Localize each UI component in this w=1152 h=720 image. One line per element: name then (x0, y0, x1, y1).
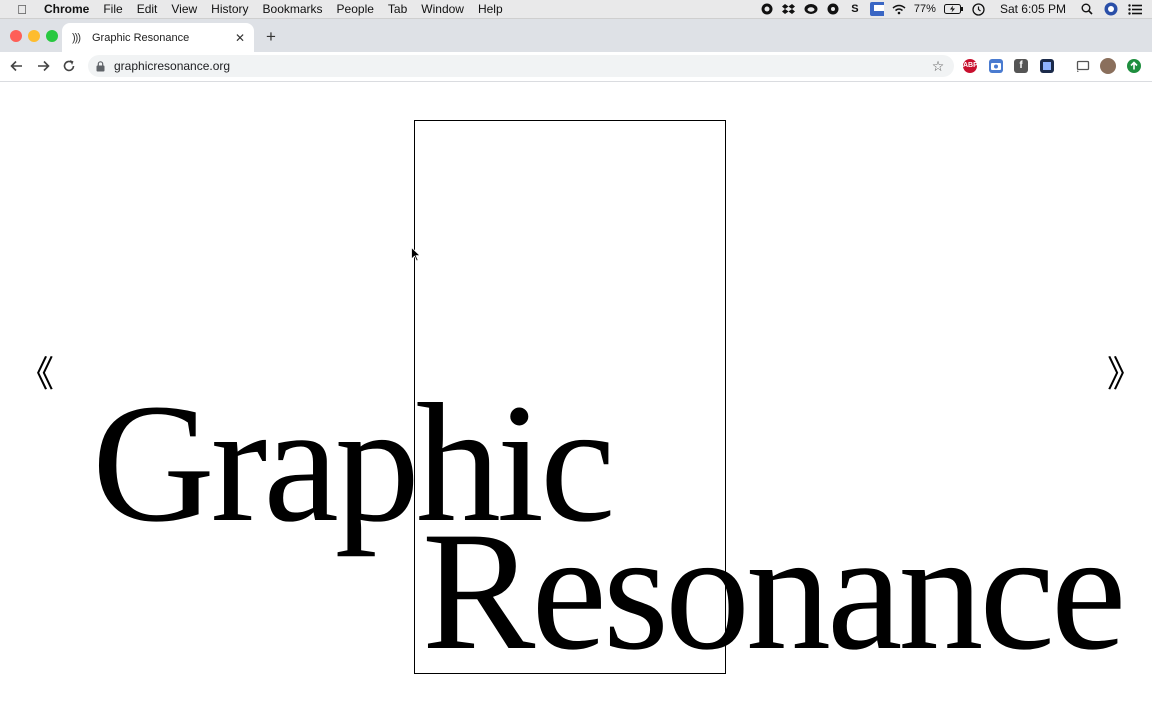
bookmark-star-icon[interactable]: ☆ (930, 58, 946, 75)
camera-extension-icon[interactable] (989, 59, 1003, 73)
browser-toolbar: graphicresonance.org ☆ ABP f (0, 52, 1152, 82)
menu-file[interactable]: File (103, 2, 122, 16)
time-machine-icon[interactable] (972, 2, 986, 16)
menu-app-chrome[interactable]: Chrome (44, 2, 89, 16)
next-arrow-button[interactable]: 》 (1107, 354, 1143, 394)
menu-bar-clock[interactable]: Sat 6:05 PM (1000, 2, 1066, 16)
menu-tab[interactable]: Tab (388, 2, 407, 16)
menu-bookmarks[interactable]: Bookmarks (263, 2, 323, 16)
dark-extension-icon[interactable] (1040, 59, 1054, 73)
battery-percent: 77% (913, 3, 936, 15)
url-text[interactable]: graphicresonance.org (114, 59, 930, 73)
back-arrow-icon[interactable] (7, 56, 27, 76)
tab-strip: ))) Graphic Resonance ✕ + (0, 19, 1152, 52)
webpage-content: 《 》 Graphic Resonance (0, 82, 1152, 720)
previous-arrow-button[interactable]: 《 (18, 354, 54, 394)
sound-waves-favicon-icon: ))) (72, 31, 81, 44)
wifi-icon[interactable] (892, 3, 906, 15)
record-icon[interactable] (760, 3, 774, 15)
address-bar[interactable]: graphicresonance.org ☆ (88, 55, 954, 77)
s-app-icon[interactable]: S (848, 3, 862, 15)
menu-edit[interactable]: Edit (137, 2, 158, 16)
window-minimize-button[interactable] (28, 30, 40, 42)
lock-icon[interactable] (96, 60, 106, 72)
adblock-extension-icon[interactable]: ABP (963, 59, 978, 73)
mouse-cursor-icon (411, 247, 421, 262)
apple-menu-icon[interactable]:  (14, 2, 30, 17)
menu-history[interactable]: History (211, 2, 248, 16)
profile-avatar[interactable] (1100, 58, 1116, 74)
battery-icon[interactable] (943, 3, 964, 15)
facebook-extension-icon[interactable]: f (1014, 59, 1028, 73)
cast-icon[interactable] (1076, 59, 1090, 73)
forward-arrow-icon[interactable] (33, 56, 53, 76)
sync-icon[interactable] (826, 3, 840, 15)
tab-close-icon[interactable]: ✕ (232, 31, 248, 45)
dropbox-icon[interactable] (782, 3, 796, 15)
window-close-button[interactable] (10, 30, 22, 42)
menu-view[interactable]: View (171, 2, 197, 16)
window-zoom-button[interactable] (46, 30, 58, 42)
tab-title: Graphic Resonance (92, 31, 190, 44)
menu-help[interactable]: Help (478, 2, 503, 16)
menu-window[interactable]: Window (421, 2, 464, 16)
notification-center-icon[interactable] (1128, 3, 1142, 15)
new-tab-plus-icon[interactable]: + (262, 28, 280, 46)
creative-cloud-icon[interactable] (804, 3, 818, 15)
reload-icon[interactable] (59, 56, 79, 76)
menu-bar-status-area: S 77% Sat 6:05 PM (752, 0, 1142, 18)
user-account-icon[interactable] (1104, 2, 1118, 16)
title-word-resonance: Resonance (422, 497, 1126, 685)
macos-menu-bar:  Chrome File Edit View History Bookmark… (0, 0, 1152, 19)
spotlight-search-icon[interactable] (1080, 3, 1094, 15)
menu-people[interactable]: People (337, 2, 374, 16)
update-arrow-icon[interactable] (1127, 59, 1141, 73)
display-icon[interactable] (869, 2, 884, 16)
browser-tab-active[interactable]: ))) Graphic Resonance ✕ (62, 23, 254, 52)
